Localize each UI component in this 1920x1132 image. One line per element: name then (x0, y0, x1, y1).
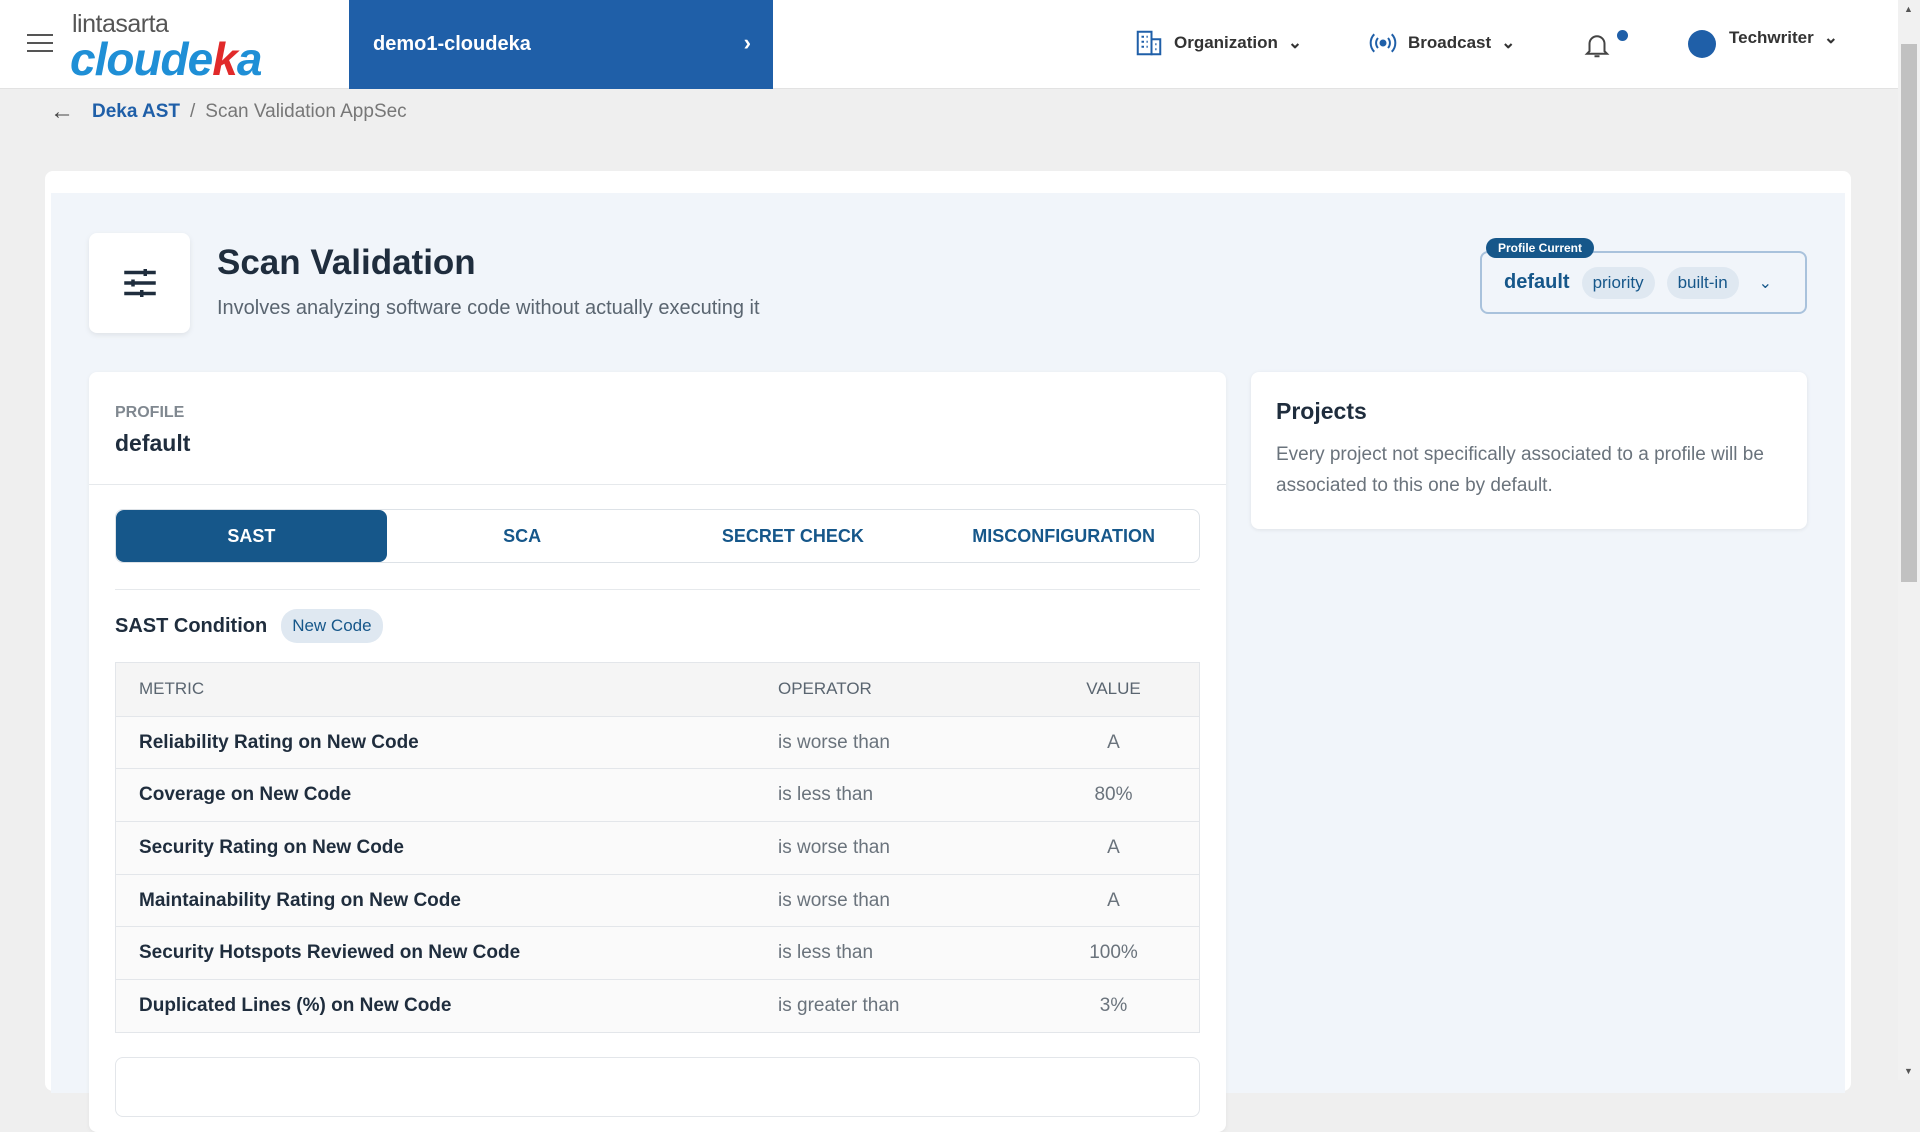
table-row: Maintainability Rating on New Code is wor… (116, 873, 1199, 927)
divider (89, 484, 1226, 485)
broadcast-menu[interactable]: Broadcast ⌄ (1368, 28, 1515, 58)
profile-card: PROFILE default SAST SCA SECRET CHECK MI… (89, 372, 1226, 1132)
scroll-down-icon[interactable]: ▼ (1904, 1066, 1913, 1076)
user-menu[interactable]: Techwriter ⌄ (1729, 28, 1838, 48)
scrollbar-thumb[interactable] (1901, 44, 1917, 582)
table-row: Reliability Rating on New Code is worse t… (116, 715, 1199, 769)
projects-description: Every project not specifically associate… (1276, 444, 1764, 496)
scroll-up-icon[interactable]: ▲ (1904, 4, 1913, 14)
breadcrumb-current: Scan Validation AppSec (205, 101, 407, 122)
table-header: METRIC OPERATOR VALUE (116, 663, 1199, 716)
profile-current-dropdown[interactable]: Profile Current default priority built-i… (1480, 238, 1807, 314)
project-name: demo1-cloudeka (373, 33, 531, 55)
page-title: Scan Validation (217, 243, 476, 282)
top-header: lintasarta cloudeka demo1-cloudeka › Orga… (0, 0, 1898, 89)
broadcast-icon (1369, 33, 1397, 53)
table-row: Security Hotspots Reviewed on New Code is… (116, 926, 1199, 980)
breadcrumb: ← Deka AST / Scan Validation AppSec (50, 98, 407, 126)
main-card: Scan Validation Involves analyzing softw… (45, 171, 1851, 1132)
tab-misconfiguration[interactable]: MISCONFIGURATION (928, 510, 1199, 562)
bell-icon[interactable] (1582, 30, 1612, 60)
conditions-table: METRIC OPERATOR VALUE Reliability Rating… (115, 662, 1200, 1033)
avatar[interactable] (1688, 30, 1716, 58)
project-selector[interactable]: demo1-cloudeka › (349, 0, 773, 89)
chevron-down-icon: ⌄ (1758, 274, 1773, 292)
page-icon-box (89, 233, 190, 333)
table-row: Coverage on New Code is less than 80% (116, 768, 1199, 822)
notification-dot (1617, 30, 1628, 41)
divider (115, 589, 1200, 590)
priority-chip: priority (1581, 266, 1655, 299)
projects-title: Projects (1276, 398, 1367, 424)
built-in-chip: built-in (1666, 266, 1739, 299)
breadcrumb-deka-ast[interactable]: Deka AST (92, 101, 180, 123)
tab-sast[interactable]: SAST (116, 510, 387, 562)
profile-name: default (115, 430, 191, 456)
chevron-down-icon: ⌄ (1823, 28, 1838, 47)
scrollbar[interactable]: ▲ ▼ (1898, 0, 1920, 1080)
chevron-right-icon: › (743, 30, 751, 55)
sliders-icon (123, 269, 156, 297)
next-section-box (115, 1057, 1200, 1117)
tab-sca[interactable]: SCA (387, 510, 658, 562)
menu-icon[interactable] (27, 34, 53, 54)
scan-tabs: SAST SCA SECRET CHECK MISCONFIGURATION (115, 509, 1200, 563)
condition-header: SAST Condition New Code (115, 609, 383, 643)
organization-menu[interactable]: Organization ⌄ (1134, 28, 1302, 58)
tab-secret-check[interactable]: SECRET CHECK (658, 510, 929, 562)
new-code-badge: New Code (281, 609, 383, 643)
back-arrow-icon[interactable]: ← (50, 98, 74, 126)
chevron-down-icon: ⌄ (1501, 33, 1516, 52)
table-row: Security Rating on New Code is worse than… (116, 821, 1199, 874)
projects-card: Projects Every project not specifically … (1251, 372, 1807, 529)
logo: cloudeka (70, 33, 262, 85)
page-subtitle: Involves analyzing software code without… (217, 297, 760, 319)
chevron-down-icon: ⌄ (1287, 33, 1303, 52)
building-icon (1136, 30, 1162, 56)
table-row: Duplicated Lines (%) on New Code is great… (116, 979, 1199, 1032)
profile-current-label: Profile Current (1486, 238, 1595, 258)
